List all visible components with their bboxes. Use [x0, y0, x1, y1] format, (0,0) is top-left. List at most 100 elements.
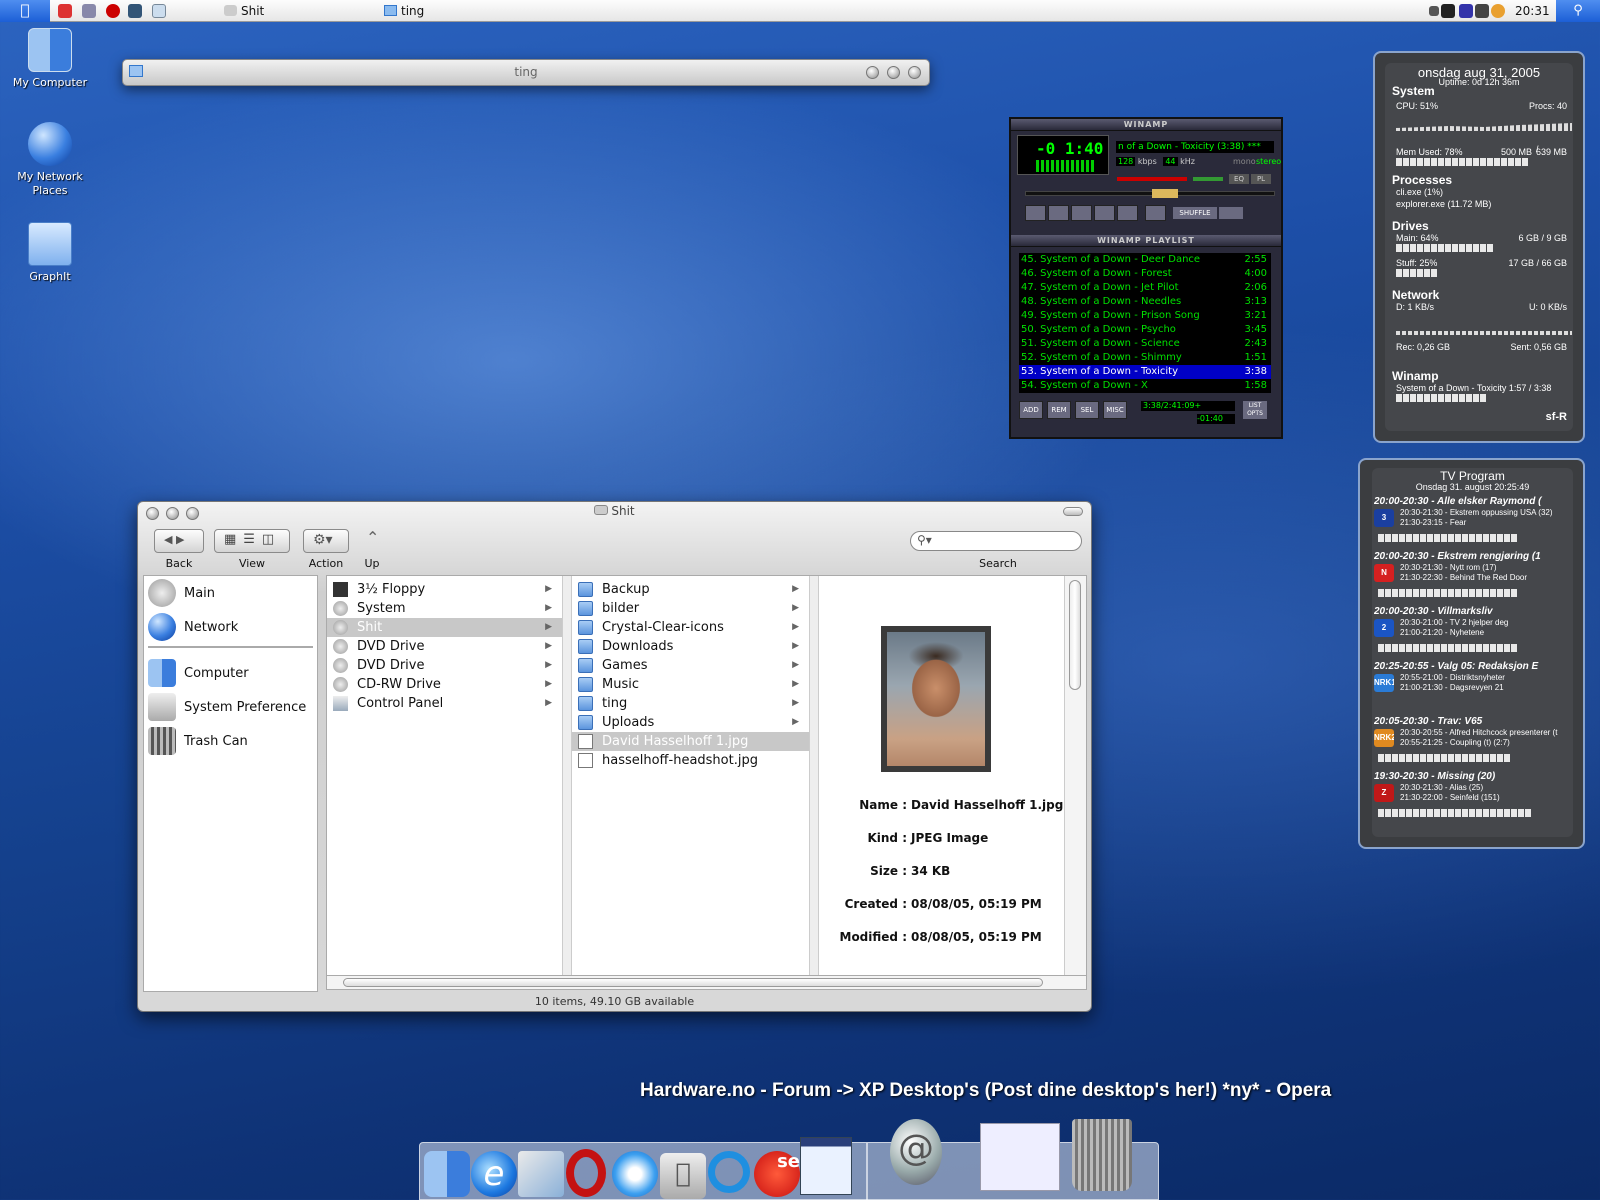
file-list-item[interactable]: CD-RW Drive ▶: [327, 675, 562, 694]
quicklaunch-firefox-icon[interactable]: [58, 4, 72, 18]
playlist-item[interactable]: 47. System of a Down - Jet Pilot 2:06: [1019, 281, 1271, 295]
playlist-item[interactable]: 49. System of a Down - Prison Song 3:21: [1019, 309, 1271, 323]
mail-at-icon[interactable]: @: [890, 1119, 942, 1185]
toolbar-toggle-button[interactable]: [1063, 507, 1083, 516]
winamp-player[interactable]: WINAMP -0 1:40 n of a Down - Toxicity (3…: [1009, 117, 1283, 439]
pause-button[interactable]: [1071, 205, 1092, 221]
back-forward-button[interactable]: ◀ ▶: [154, 529, 204, 553]
drive-stuff: Stuff: 25%: [1396, 258, 1438, 268]
playlist-add-button[interactable]: ADD: [1019, 401, 1043, 419]
sidebar-item-network[interactable]: Network: [148, 612, 238, 642]
seek-bar[interactable]: [1025, 189, 1275, 198]
quicklaunch-monitor-icon[interactable]: [128, 4, 142, 18]
column-resizer[interactable]: [809, 576, 819, 975]
file-list-item[interactable]: Music ▶: [572, 675, 809, 694]
network-icon[interactable]: [800, 1137, 852, 1195]
playlist-item[interactable]: 48. System of a Down - Needles 3:13: [1019, 295, 1271, 309]
playlist-item[interactable]: 51. System of a Down - Science 2:43: [1019, 337, 1271, 351]
sidebar-item-main[interactable]: Main: [148, 578, 215, 608]
file-list-item[interactable]: Games ▶: [572, 656, 809, 675]
tray-volume-icon[interactable]: [1475, 4, 1489, 18]
sidebar-item-trash-can[interactable]: Trash Can: [148, 726, 248, 756]
playlist-item[interactable]: 52. System of a Down - Shimmy 1:51: [1019, 351, 1271, 365]
playlist-item[interactable]: 50. System of a Down - Psycho 3:45: [1019, 323, 1271, 337]
column-resizer[interactable]: [562, 576, 572, 975]
up-arrow-icon[interactable]: ⌃: [366, 528, 379, 547]
file-list-item[interactable]: Crystal-Clear-icons ▶: [572, 618, 809, 637]
playlist-item[interactable]: 45. System of a Down - Deer Dance 2:55: [1019, 253, 1271, 267]
stop-button[interactable]: [1094, 205, 1115, 221]
spotlight-search-icon[interactable]: ⚲: [1556, 0, 1600, 22]
quicklaunch-document-icon[interactable]: [152, 4, 166, 18]
playlist-toggle-button[interactable]: PL: [1251, 174, 1271, 184]
zoom-button[interactable]: [908, 66, 921, 79]
file-list-item[interactable]: Downloads ▶: [572, 637, 809, 656]
file-list-item[interactable]: Backup ▶: [572, 580, 809, 599]
eject-button[interactable]: [1145, 205, 1166, 221]
trash-icon[interactable]: [1072, 1119, 1132, 1191]
play-button[interactable]: [1048, 205, 1069, 221]
playlist-rem-button[interactable]: REM: [1047, 401, 1071, 419]
opera-window-icon[interactable]: [980, 1123, 1060, 1191]
desktop-icon-network-places[interactable]: My Network Places: [0, 122, 100, 198]
winamp-titlebar[interactable]: WINAMP: [1011, 119, 1281, 131]
playlist-item[interactable]: 54. System of a Down - X 1:58: [1019, 379, 1271, 393]
file-list-item[interactable]: Control Panel ▶: [327, 694, 562, 713]
playlist-misc-button[interactable]: MISC: [1103, 401, 1127, 419]
file-list-item[interactable]: hasselhoff-headshot.jpg: [572, 751, 809, 770]
file-list-item[interactable]: DVD Drive ▶: [327, 656, 562, 675]
finder-icon[interactable]: [424, 1151, 470, 1197]
volume-slider[interactable]: [1117, 177, 1187, 181]
prev-button[interactable]: [1025, 205, 1046, 221]
quicklaunch-opera-icon[interactable]: [106, 4, 120, 18]
tray-app-icon[interactable]: [1441, 4, 1455, 18]
desktop-icon-graphit[interactable]: GraphIt: [0, 222, 100, 284]
repeat-button[interactable]: [1219, 207, 1243, 219]
task-shit[interactable]: Shit: [224, 2, 264, 20]
tray-arrow-icon[interactable]: [1429, 6, 1439, 16]
action-button[interactable]: ⚙▾: [303, 529, 349, 553]
close-button[interactable]: [866, 66, 879, 79]
balance-slider[interactable]: [1193, 177, 1223, 181]
playlist-item[interactable]: 53. System of a Down - Toxicity 3:38: [1019, 365, 1271, 379]
tray-messenger-icon[interactable]: [1491, 4, 1505, 18]
apple-icon[interactable]: : [660, 1153, 706, 1199]
file-list-item[interactable]: System ▶: [327, 599, 562, 618]
apple-menu-icon[interactable]: : [0, 0, 50, 22]
horizontal-scrollbar[interactable]: [326, 976, 1087, 990]
mail-icon[interactable]: [518, 1151, 564, 1197]
opera-icon[interactable]: [566, 1149, 606, 1197]
file-list-item[interactable]: David Hasselhoff 1.jpg: [572, 732, 809, 751]
desktop-icon-my-computer[interactable]: My Computer: [0, 28, 100, 90]
quicktime-icon[interactable]: [612, 1151, 658, 1197]
playlist-item[interactable]: 46. System of a Down - Forest 4:00: [1019, 267, 1271, 281]
list-opts-button[interactable]: LIST OPTS: [1243, 401, 1267, 419]
file-list-item[interactable]: 3½ Floppy ▶: [327, 580, 562, 599]
file-list-item[interactable]: Uploads ▶: [572, 713, 809, 732]
scrollbar-thumb[interactable]: [343, 978, 1043, 987]
view-switcher[interactable]: ▦☰◫: [214, 529, 290, 553]
file-list-item[interactable]: ting ▶: [572, 694, 809, 713]
file-list-item[interactable]: DVD Drive ▶: [327, 637, 562, 656]
scrollbar-thumb[interactable]: [1069, 580, 1081, 690]
file-list-item[interactable]: Shit ▶: [327, 618, 562, 637]
task-ting[interactable]: ting: [384, 2, 424, 20]
shuffle-button[interactable]: SHUFFLE: [1173, 207, 1217, 219]
finder-window[interactable]: Shit ◀ ▶ Back ▦☰◫ View ⚙▾ Action ⌃ Up ⚲▾…: [137, 501, 1092, 1012]
file-list-item[interactable]: bilder ▶: [572, 599, 809, 618]
sidebar-item-computer[interactable]: Computer: [148, 658, 249, 688]
quicktime-q-icon[interactable]: [708, 1151, 750, 1193]
eq-button[interactable]: EQ: [1229, 174, 1249, 184]
search-field[interactable]: ⚲▾: [910, 531, 1082, 551]
minimize-button[interactable]: [887, 66, 900, 79]
next-button[interactable]: [1117, 205, 1138, 221]
playlist-titlebar[interactable]: WINAMP PLAYLIST: [1011, 235, 1281, 247]
internet-explorer-icon[interactable]: e: [471, 1151, 517, 1197]
playlist-sel-button[interactable]: SEL: [1075, 401, 1099, 419]
sidebar-item-system-preference[interactable]: System Preference: [148, 692, 306, 722]
window-ting[interactable]: ting: [122, 59, 930, 86]
vertical-scrollbar[interactable]: [1064, 576, 1086, 975]
tray-network-icon[interactable]: [1459, 4, 1473, 18]
quicklaunch-browser-icon[interactable]: [82, 4, 96, 18]
se-icon[interactable]: se: [754, 1151, 800, 1197]
